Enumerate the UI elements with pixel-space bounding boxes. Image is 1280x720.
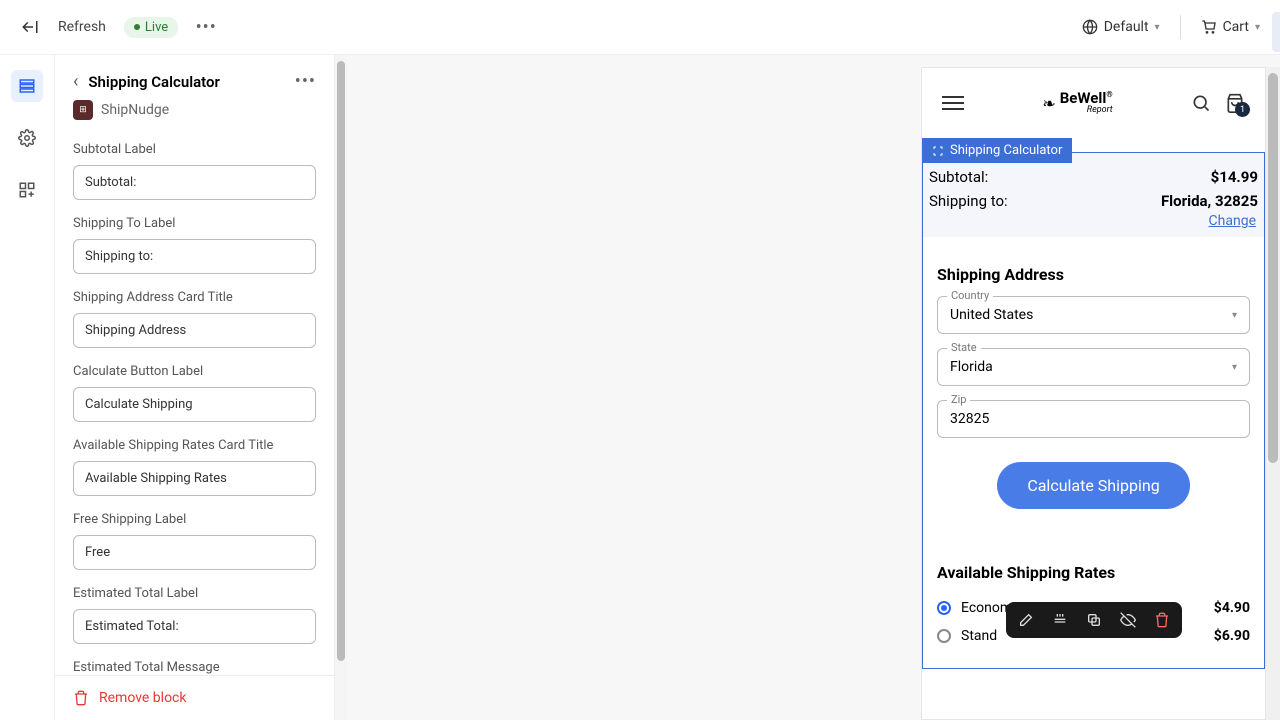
hamburger-icon[interactable]: [942, 96, 964, 110]
block-toolbar: [1006, 602, 1182, 638]
field-label: Subtotal Label: [73, 142, 316, 157]
settings-icon[interactable]: [11, 122, 43, 154]
change-link[interactable]: Change: [929, 213, 1258, 229]
brand-name: ShipNudge: [101, 102, 169, 118]
subtotal-value: $14.99: [1211, 168, 1258, 186]
copy-icon[interactable]: [1084, 610, 1104, 630]
zip-input[interactable]: [937, 400, 1250, 438]
scroll-thumb[interactable]: [1268, 73, 1278, 463]
edit-icon[interactable]: [1016, 610, 1036, 630]
zip-label: Zip: [947, 393, 970, 406]
chevron-down-icon: ▾: [1232, 362, 1237, 373]
frame-icon: [932, 145, 944, 157]
refresh-button[interactable]: Refresh: [58, 19, 106, 35]
preview-scrollbar[interactable]: [1266, 67, 1280, 720]
subtotal-label: Subtotal:: [929, 168, 988, 186]
live-badge: Live: [124, 17, 178, 38]
apps-icon[interactable]: [11, 174, 43, 206]
rate-price: $4.90: [1214, 600, 1250, 616]
block-selection-tag[interactable]: Shipping Calculator: [922, 138, 1072, 163]
calculate-shipping-button[interactable]: Calculate Shipping: [997, 462, 1189, 509]
globe-icon: [1082, 19, 1098, 35]
rates-title: Available Shipping Rates: [937, 563, 1250, 582]
more-icon[interactable]: •••: [196, 17, 216, 37]
field-label: Free Shipping Label: [73, 512, 316, 527]
field-label: Estimated Total Label: [73, 586, 316, 601]
chevron-down-icon: ▾: [1155, 22, 1160, 33]
panel-title: Shipping Calculator: [88, 73, 284, 91]
field-label: Shipping Address Card Title: [73, 290, 316, 305]
cart-icon: [1201, 19, 1217, 35]
bag-icon[interactable]: 1: [1225, 92, 1245, 114]
sections-icon[interactable]: [11, 70, 43, 102]
shipping-address-title: Shipping Address: [937, 265, 1250, 284]
country-label: Country: [947, 289, 993, 302]
bag-count-badge: 1: [1235, 102, 1250, 117]
search-icon[interactable]: [1191, 93, 1211, 113]
subtotal-label-input[interactable]: [73, 165, 316, 200]
store-logo: ❧ BeWell® Report: [1042, 91, 1112, 115]
back-icon[interactable]: ‹: [73, 71, 78, 92]
calculate-button-label-input[interactable]: [73, 387, 316, 422]
field-label: Estimated Total Message: [73, 660, 316, 675]
brand-icon: ⊞: [73, 100, 93, 120]
move-icon[interactable]: [1050, 610, 1070, 630]
shipping-to-label: Shipping to:: [929, 192, 1008, 210]
rate-price: $6.90: [1214, 628, 1250, 644]
state-select[interactable]: Florida▾: [937, 348, 1250, 386]
remove-block-button[interactable]: Remove block: [55, 675, 334, 720]
chevron-down-icon: ▾: [1232, 310, 1237, 321]
address-title-input[interactable]: [73, 313, 316, 348]
panel-scrollbar[interactable]: [335, 55, 347, 720]
scroll-thumb[interactable]: [337, 61, 345, 661]
shipping-to-value: Florida, 32825: [1161, 192, 1258, 210]
shipping-to-label-input[interactable]: [73, 239, 316, 274]
free-shipping-label-input[interactable]: [73, 535, 316, 570]
preview-frame: ❧ BeWell® Report 1: [921, 67, 1266, 720]
panel-more-icon[interactable]: •••: [295, 71, 316, 92]
rates-title-input[interactable]: [73, 461, 316, 496]
exit-icon[interactable]: [20, 17, 40, 37]
radio-icon[interactable]: [937, 629, 951, 643]
estimated-total-label-input[interactable]: [73, 609, 316, 644]
trash-icon: [73, 690, 89, 706]
field-label: Shipping To Label: [73, 216, 316, 231]
chevron-down-icon: ▾: [1255, 22, 1260, 33]
hide-icon[interactable]: [1118, 610, 1138, 630]
state-label: State: [947, 341, 981, 354]
locale-dropdown[interactable]: Default ▾: [1082, 19, 1160, 35]
radio-icon[interactable]: [937, 601, 951, 615]
delete-icon[interactable]: [1152, 610, 1172, 630]
cart-dropdown[interactable]: Cart ▾: [1201, 19, 1260, 35]
edge-handle[interactable]: [1272, 12, 1280, 52]
field-label: Available Shipping Rates Card Title: [73, 438, 316, 453]
field-label: Calculate Button Label: [73, 364, 316, 379]
